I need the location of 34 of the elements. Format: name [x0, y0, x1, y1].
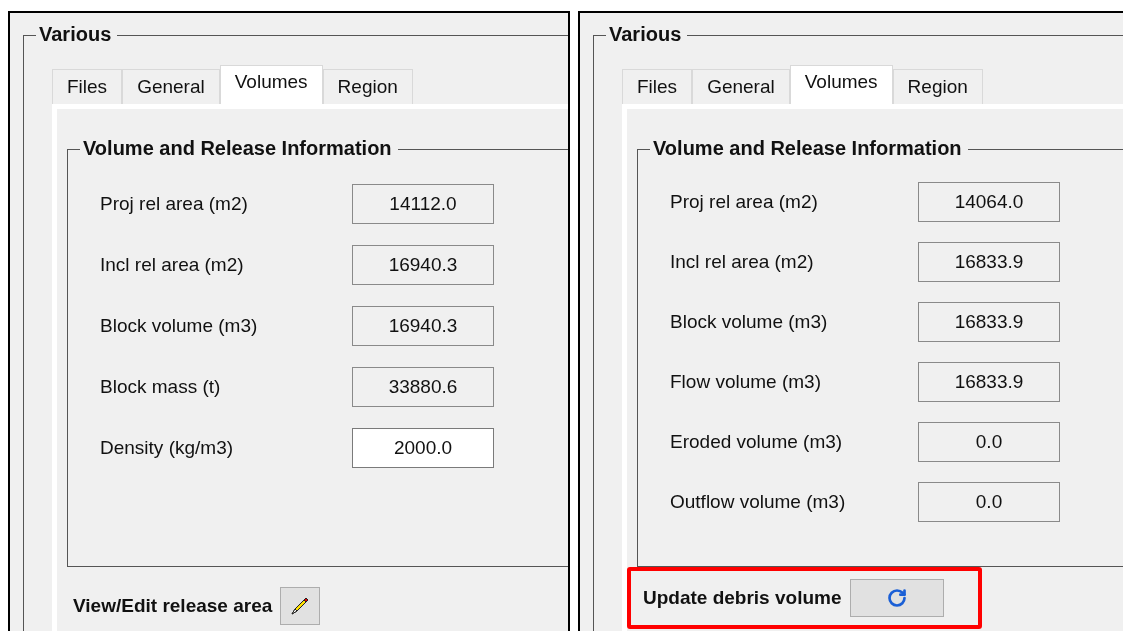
field-label: Proj rel area (m2)	[670, 191, 819, 213]
field-label: Block volume (m3)	[670, 311, 829, 333]
input-field[interactable]: 33880.6	[352, 367, 494, 407]
tab[interactable]: Volumes	[789, 65, 893, 104]
field-label: Density (kg/m3)	[100, 437, 235, 459]
input-field[interactable]: 14064.0	[918, 182, 1060, 222]
field-label: Outflow volume (m3)	[670, 491, 847, 513]
action-label: View/Edit release area	[73, 595, 273, 617]
field-label: Incl rel area (m2)	[100, 254, 245, 276]
field-label: Incl rel area (m2)	[670, 251, 815, 273]
tab[interactable]: General	[692, 69, 790, 104]
field-label: Flow volume (m3)	[670, 371, 822, 393]
input-field[interactable]: 16833.9	[918, 362, 1060, 402]
field-label: Proj rel area (m2)	[100, 193, 249, 215]
input-field[interactable]: 16833.9	[918, 302, 1060, 342]
tab[interactable]: Region	[892, 69, 983, 104]
input-field[interactable]: 16833.9	[918, 242, 1060, 282]
tab[interactable]: Files	[52, 69, 123, 104]
tab[interactable]: Files	[622, 69, 693, 104]
input-field[interactable]: 16940.3	[352, 245, 494, 285]
input-field[interactable]: 0.0	[918, 422, 1060, 462]
tab[interactable]: General	[122, 69, 220, 104]
refresh-icon	[886, 588, 907, 608]
action-label: Update debris volume	[643, 587, 842, 609]
field-label: Eroded volume (m3)	[670, 431, 844, 453]
input-field[interactable]: 16940.3	[352, 306, 494, 346]
input-field[interactable]: 2000.0	[352, 428, 494, 468]
icon-button[interactable]	[280, 587, 321, 625]
tab[interactable]: Volumes	[219, 65, 323, 104]
input-field[interactable]: 14112.0	[352, 184, 494, 224]
input-field[interactable]: 0.0	[918, 482, 1060, 522]
field-label: Block mass (t)	[100, 376, 222, 398]
field-label: Block volume (m3)	[100, 315, 259, 337]
tab[interactable]: Region	[322, 69, 413, 104]
